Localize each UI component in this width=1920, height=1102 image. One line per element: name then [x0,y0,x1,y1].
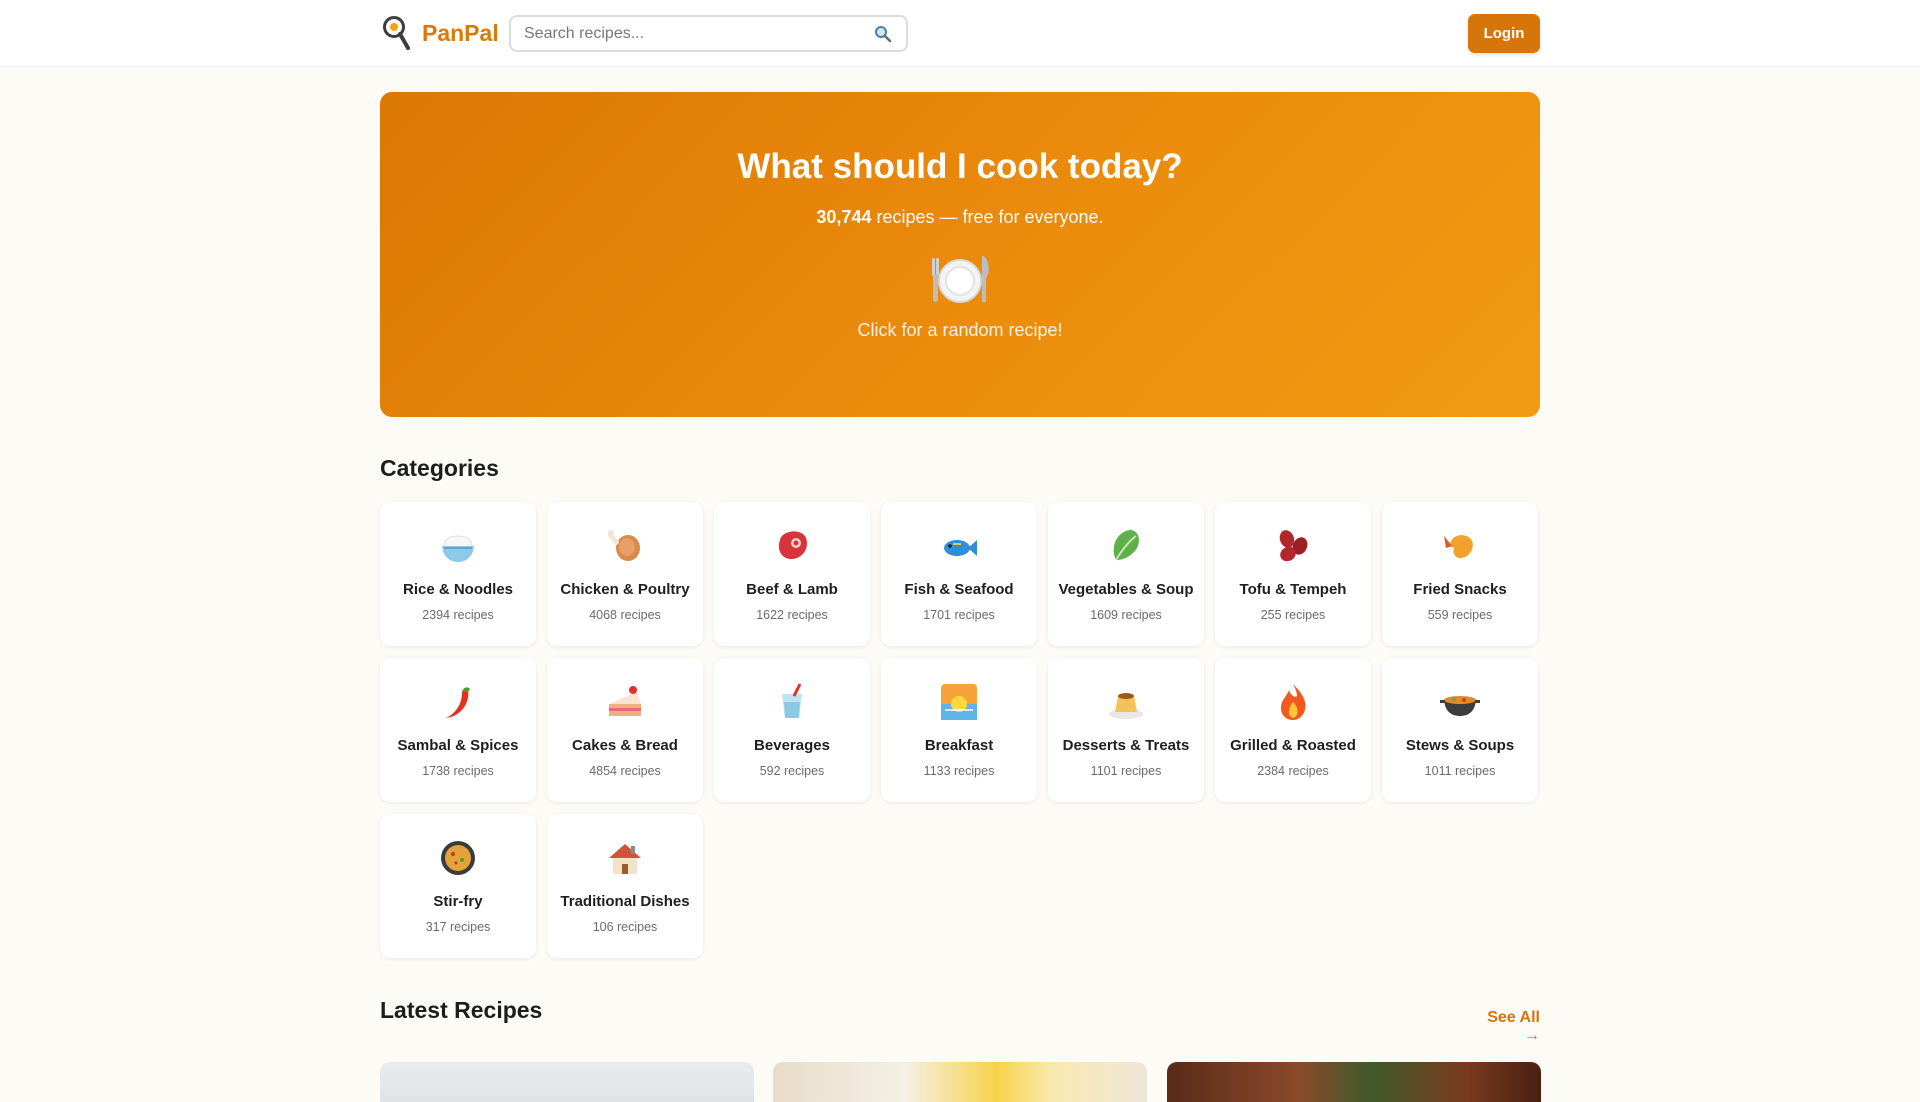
custard-icon [1109,693,1143,719]
rice-bowl-icon [442,535,474,562]
category-count: 559 recipes [1427,608,1493,622]
category-count: 1738 recipes [422,764,494,778]
fish-icon [944,540,977,556]
recipe-count: 30,744 [816,207,872,227]
category-count: 1609 recipes [1090,608,1162,622]
login-button[interactable]: Login [1468,14,1540,53]
category-card-cakes-bread[interactable]: Cakes & Bread 4854 recipes [547,658,703,802]
category-card-stews-soups[interactable]: Stews & Soups 1011 recipes [1382,658,1538,802]
category-card-sambal-spices[interactable]: Sambal & Spices 1738 recipes [380,658,536,802]
category-count: 2394 recipes [422,608,494,622]
category-card-beverages[interactable]: Beverages 592 recipes [714,658,870,802]
hero-title: What should I cook today? [737,147,1183,186]
category-card-fish-seafood[interactable]: Fish & Seafood 1701 recipes [881,502,1037,646]
plate-cutlery-icon[interactable] [928,252,992,308]
category-name: Tofu & Tempeh [1239,581,1347,598]
category-card-desserts-treats[interactable]: Desserts & Treats 1101 recipes [1048,658,1204,802]
category-name: Vegetables & Soup [1058,581,1194,598]
paella-pan-icon [441,841,475,875]
category-card-traditional-dishes[interactable]: Traditional Dishes 106 recipes [547,814,703,958]
search-icon[interactable] [874,25,892,43]
category-name: Sambal & Spices [397,737,519,754]
category-count: 1622 recipes [756,608,828,622]
category-name: Breakfast [924,737,994,754]
category-name: Cakes & Bread [572,737,678,754]
recipe-image [1167,1062,1541,1102]
category-name: Grilled & Roasted [1230,737,1356,754]
brand-name: PanPal [422,19,499,46]
category-name: Fried Snacks [1413,581,1507,598]
category-count: 592 recipes [759,764,825,778]
random-recipe-link[interactable]: Click for a random recipe! [380,320,1540,341]
magnifier-egg-icon [383,16,410,50]
search-input[interactable] [524,24,864,43]
category-name: Beverages [754,737,830,754]
category-count: 4068 recipes [589,608,661,622]
leafy-green-icon [1113,530,1139,561]
hero-banner: What should I cook today? 30,744 recipes… [380,92,1540,417]
category-count: 255 recipes [1260,608,1326,622]
category-count: 4854 recipes [589,764,661,778]
category-card-vegetables-soup[interactable]: Vegetables & Soup 1609 recipes [1048,502,1204,646]
chili-icon [446,687,470,718]
category-count: 1701 recipes [923,608,995,622]
category-count: 1133 recipes [923,764,995,778]
category-card-chicken-poultry[interactable]: Chicken & Poultry 4068 recipes [547,502,703,646]
fried-shrimp-icon [1444,535,1473,559]
chicken-leg-icon [607,530,640,561]
hero-subtitle-text: recipes — free for everyone. [871,207,1104,227]
category-card-tofu-tempeh[interactable]: Tofu & Tempeh 255 recipes [1215,502,1371,646]
stew-pot-icon [1440,696,1480,716]
hero-subtitle: 30,744 recipes — free for everyone. [380,207,1540,228]
brand-logo[interactable]: PanPal [382,15,499,51]
categories-title: Categories [380,455,499,481]
category-name: Traditional Dishes [560,893,690,910]
cake-icon [609,686,641,716]
category-name: Rice & Noodles [402,581,514,598]
see-all-link[interactable]: See All → [1470,1009,1540,1045]
category-name: Stews & Soups [1405,737,1515,754]
category-card-beef-lamb[interactable]: Beef & Lamb 1622 recipes [714,502,870,646]
category-count: 317 recipes [425,920,491,934]
house-icon [609,844,641,874]
category-card-fried-snacks[interactable]: Fried Snacks 559 recipes [1382,502,1538,646]
cup-straw-icon [782,683,802,718]
category-card-breakfast[interactable]: Breakfast 1133 recipes [881,658,1037,802]
recipe-image [380,1062,754,1102]
recipe-image [773,1062,1147,1102]
latest-recipes-title: Latest Recipes [380,997,543,1023]
category-name: Beef & Lamb [746,581,838,598]
top-header: PanPal Login [0,0,1920,67]
category-count: 1101 recipes [1090,764,1162,778]
category-count: 1011 recipes [1424,764,1496,778]
category-name: Stir-fry [433,893,483,910]
category-name: Desserts & Treats [1062,737,1190,754]
category-name: Chicken & Poultry [560,581,690,598]
recipe-card-3[interactable] [1167,1062,1541,1102]
sunrise-icon [941,684,977,720]
category-name: Fish & Seafood [904,581,1014,598]
recipe-card-2[interactable] [773,1062,1147,1102]
search-box[interactable] [509,15,908,52]
category-count: 106 recipes [592,920,658,934]
category-card-stir-fry[interactable]: Stir-fry 317 recipes [380,814,536,958]
recipe-card-1[interactable] [380,1062,754,1102]
category-count: 2384 recipes [1257,764,1329,778]
category-card-rice-noodles[interactable]: Rice & Noodles 2394 recipes [380,502,536,646]
meat-icon [778,531,808,560]
category-card-grilled-roasted[interactable]: Grilled & Roasted 2384 recipes [1215,658,1371,802]
fire-icon [1281,684,1306,720]
beans-icon [1279,530,1308,562]
